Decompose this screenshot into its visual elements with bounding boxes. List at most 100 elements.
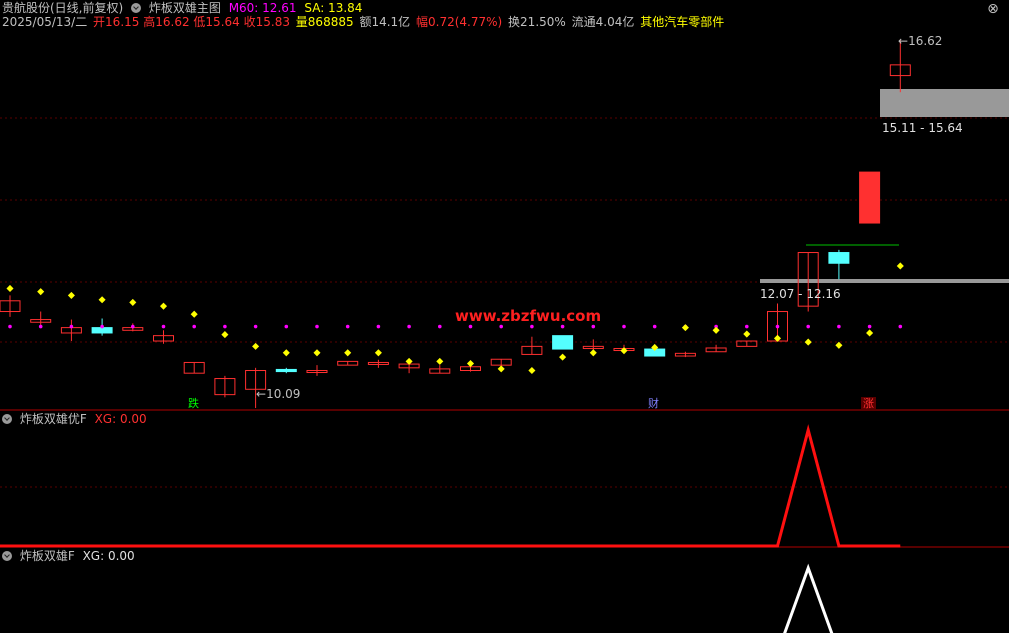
magenta-dot xyxy=(867,324,872,329)
white-signal-line xyxy=(783,563,834,633)
range-top-label: 15.11 - 15.64 xyxy=(882,121,963,135)
candle-body xyxy=(91,327,113,334)
indicator-name[interactable]: 炸板双雄主图 xyxy=(149,1,221,15)
yellow-dot xyxy=(374,349,382,357)
yellow-dot xyxy=(6,284,14,292)
tag-die: 跌 xyxy=(188,397,199,410)
magenta-dot xyxy=(69,324,74,329)
yellow-dot xyxy=(221,331,229,339)
magenta-dot xyxy=(315,324,319,329)
magenta-dot xyxy=(530,324,534,329)
magenta-dot xyxy=(898,324,903,329)
yellow-dot xyxy=(589,349,597,357)
panel2-xg: XG: 0.00 xyxy=(94,412,147,426)
yellow-dot xyxy=(252,342,260,350)
magenta-dot xyxy=(591,324,596,329)
yellow-dot xyxy=(159,302,168,310)
m60-value: M60: 12.61 xyxy=(228,1,297,15)
high-label: 高16.62 xyxy=(143,15,190,29)
resistance-zone xyxy=(880,89,1009,117)
low-price-value: 10.09 xyxy=(266,387,301,401)
sector-label[interactable]: 其他汽车零部件 xyxy=(640,15,724,29)
candle-body xyxy=(859,171,881,224)
yellow-dot xyxy=(681,324,689,332)
yellow-dot xyxy=(804,338,812,346)
magenta-dot xyxy=(100,324,104,329)
candle-body xyxy=(552,335,574,350)
magenta-dot xyxy=(8,324,12,329)
watermark: www.zbzfwu.com xyxy=(455,307,602,325)
yellow-dot xyxy=(528,366,536,375)
yellow-dot xyxy=(67,291,75,299)
range-bottom-label: 12.07 - 12.16 xyxy=(760,287,841,301)
magenta-dot xyxy=(837,324,841,329)
magenta-dot xyxy=(376,324,381,329)
panel2-header: 炸板双雄优F XG: 0.00 xyxy=(2,412,151,426)
panel3-settings-icon[interactable] xyxy=(2,551,12,561)
sa-value: SA: 13.84 xyxy=(304,1,363,15)
yellow-dot xyxy=(712,326,720,334)
panel3-header: 炸板双雄F XG: 0.00 xyxy=(2,549,139,563)
magenta-dot xyxy=(407,324,411,329)
red-signal-line xyxy=(0,424,901,548)
yellow-dot xyxy=(466,360,475,368)
magenta-dot xyxy=(284,324,289,329)
magenta-dot xyxy=(131,324,135,329)
change-label: 幅0.72(4.77%) xyxy=(416,15,503,29)
yellow-dot xyxy=(313,349,321,357)
open-label: 开16.15 xyxy=(93,15,140,29)
close-label: 收15.83 xyxy=(243,15,290,29)
yellow-dot xyxy=(129,298,137,306)
indicator-settings-icon[interactable] xyxy=(131,3,142,13)
yellow-dot xyxy=(497,365,505,373)
magenta-dot xyxy=(775,324,780,329)
low-label: 低15.64 xyxy=(193,15,240,29)
turnover-label: 换21.50% xyxy=(508,15,566,29)
yellow-dot xyxy=(866,329,874,337)
header-row-2: 2025/05/13/二 开16.15 高16.62 低15.64 收15.83… xyxy=(2,15,728,29)
yellow-dot xyxy=(559,353,567,361)
magenta-dot xyxy=(652,324,657,329)
magenta-dot xyxy=(622,324,626,329)
panel2-title[interactable]: 炸板双雄优F xyxy=(20,412,87,426)
magenta-dot xyxy=(560,324,565,329)
magenta-dot xyxy=(438,324,442,329)
magenta-dot xyxy=(192,324,196,329)
yellow-dot xyxy=(743,330,751,338)
header-row-1: 贵航股份(日线,前复权) 炸板双雄主图 M60: 12.61 SA: 13.84 xyxy=(2,1,366,15)
magenta-dot xyxy=(745,324,749,329)
panel3-title[interactable]: 炸板双雄F xyxy=(20,549,75,563)
yellow-dot xyxy=(835,341,843,349)
support-zone xyxy=(760,279,1009,283)
stock-name: 贵航股份(日线,前复权) xyxy=(2,1,124,15)
high-price-value: 16.62 xyxy=(908,34,943,48)
high-price-label: ←16.62 xyxy=(898,34,943,48)
yellow-dot xyxy=(282,349,290,357)
low-price-label: ←10.09 xyxy=(256,387,301,401)
yellow-dot xyxy=(436,357,444,365)
magenta-dot xyxy=(223,324,227,329)
magenta-dot xyxy=(38,324,43,329)
yellow-dot xyxy=(190,310,198,318)
yellow-dot xyxy=(896,262,904,270)
volume-label: 量868885 xyxy=(295,15,354,29)
tag-zhang: 涨 xyxy=(861,397,876,410)
candle-body xyxy=(828,252,850,264)
panel3-xg: XG: 0.00 xyxy=(82,549,135,563)
date-label: 2025/05/13/二 xyxy=(2,15,88,29)
yellow-dot xyxy=(37,288,45,296)
magenta-dot xyxy=(499,324,504,329)
panel2-settings-icon[interactable] xyxy=(2,414,12,424)
magenta-dot xyxy=(161,324,166,329)
close-icon[interactable]: ⊗ xyxy=(985,1,1001,17)
magenta-dot xyxy=(468,324,473,329)
yellow-dot xyxy=(344,349,352,357)
magenta-dot xyxy=(806,324,810,329)
magenta-dot xyxy=(253,324,258,329)
candle-body xyxy=(275,368,297,373)
amount-label: 额14.1亿 xyxy=(359,15,411,29)
float-label: 流通4.04亿 xyxy=(571,15,635,29)
magenta-dot xyxy=(345,324,350,329)
yellow-dot xyxy=(98,296,106,304)
tag-cai: 财 xyxy=(648,397,659,410)
